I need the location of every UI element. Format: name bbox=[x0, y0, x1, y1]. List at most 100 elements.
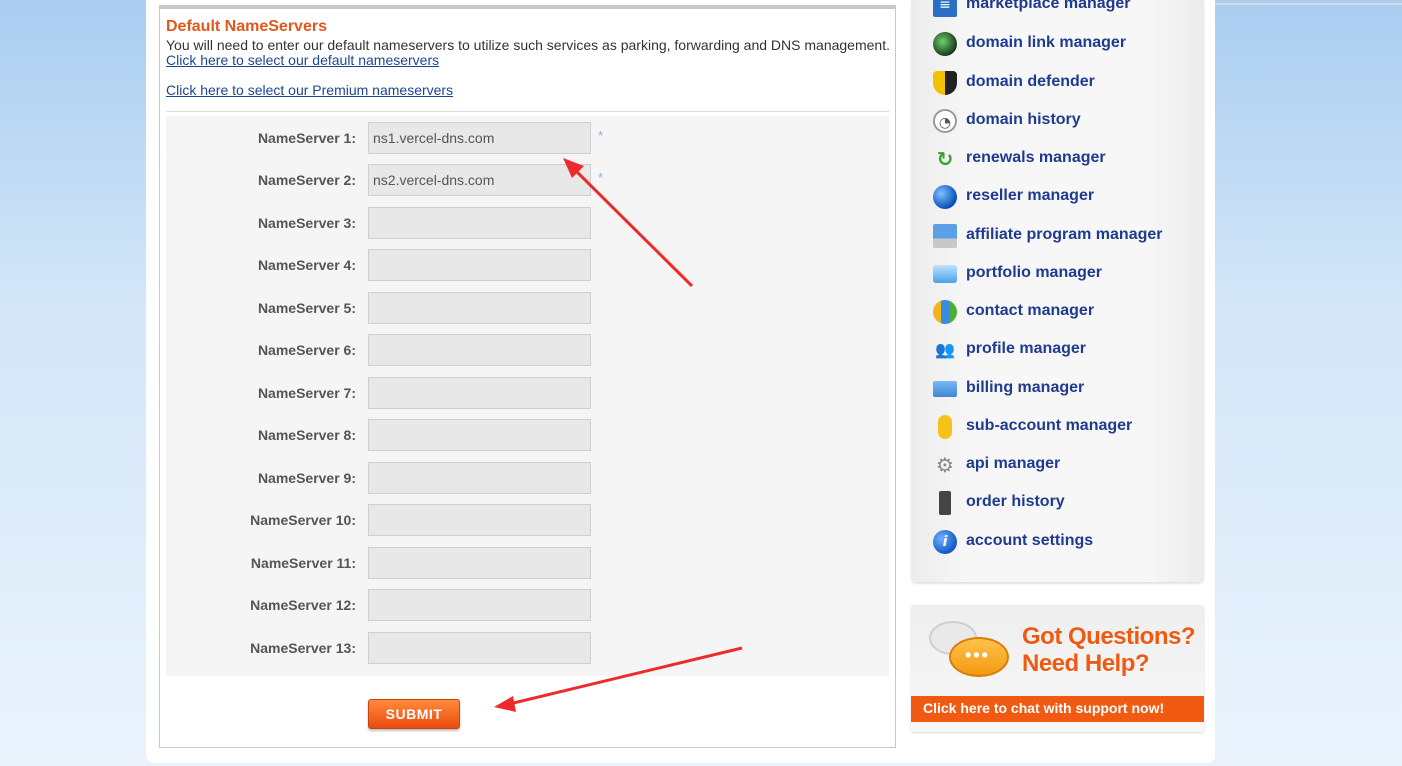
sidebar-item-domain-history[interactable]: ◔ domain history bbox=[933, 107, 1203, 135]
nameserver-12-input[interactable] bbox=[368, 589, 591, 621]
credit-card-icon bbox=[933, 381, 957, 397]
sidebar-item-affiliate-program-manager[interactable]: affiliate program manager bbox=[933, 222, 1203, 250]
required-asterisk: * bbox=[598, 128, 604, 143]
nameserver-row-10: NameServer 10: bbox=[166, 504, 889, 536]
nameserver-row-6: NameServer 6: bbox=[166, 334, 889, 366]
info-icon: i bbox=[933, 530, 957, 554]
nameserver-8-input[interactable] bbox=[368, 419, 591, 451]
sidebar-item-label: domain link manager bbox=[966, 34, 1127, 51]
nameserver-row-13: NameServer 13: bbox=[166, 632, 889, 664]
sidebar-item-billing-manager[interactable]: billing manager bbox=[933, 375, 1203, 403]
nameserver-label: NameServer 8: bbox=[257, 427, 356, 443]
gear-icon: ⚙ bbox=[936, 453, 954, 477]
nameserver-row-1: NameServer 1: * bbox=[166, 122, 889, 154]
select-default-nameservers-link[interactable]: Click here to select our default nameser… bbox=[166, 52, 439, 68]
sidebar-menu: ≡ marketplace manager domain link manage… bbox=[911, 0, 1204, 582]
computer-icon bbox=[933, 224, 957, 248]
nameserver-2-input[interactable] bbox=[368, 164, 591, 196]
nameserver-label: NameServer 3: bbox=[257, 215, 356, 231]
nameserver-label: NameServer 13: bbox=[250, 640, 356, 656]
nameserver-row-12: NameServer 12: bbox=[166, 589, 889, 621]
sidebar-item-label: contact manager bbox=[966, 302, 1095, 319]
sidebar-item-label: account settings bbox=[966, 532, 1094, 549]
nameserver-label: NameServer 6: bbox=[257, 342, 356, 358]
sidebar-item-reseller-manager[interactable]: reseller manager bbox=[933, 183, 1203, 211]
nameserver-label: NameServer 11: bbox=[250, 555, 356, 571]
chat-dots-icon: ••• bbox=[965, 645, 990, 665]
nameserver-3-input[interactable] bbox=[368, 207, 591, 239]
user-icon bbox=[938, 415, 952, 439]
sidebar-item-portfolio-manager[interactable]: portfolio manager bbox=[933, 260, 1203, 288]
nameserver-10-input[interactable] bbox=[368, 504, 591, 536]
nameserver-row-3: NameServer 3: bbox=[166, 207, 889, 239]
sidebar-item-sub-account-manager[interactable]: sub-account manager bbox=[933, 413, 1203, 441]
sidebar-item-label: billing manager bbox=[966, 379, 1085, 396]
help-subheadline: Need Help? bbox=[1022, 650, 1150, 677]
nameserver-13-input[interactable] bbox=[368, 632, 591, 664]
section-title: Default NameServers bbox=[166, 18, 327, 35]
nameserver-fields: NameServer 1: * NameServer 2: * NameServ… bbox=[166, 116, 889, 676]
sidebar-item-account-settings[interactable]: i account settings bbox=[933, 528, 1203, 556]
section-description: You will need to enter our default names… bbox=[166, 37, 890, 53]
divider bbox=[166, 111, 889, 112]
nameserver-row-2: NameServer 2: * bbox=[166, 164, 889, 196]
nameserver-1-input[interactable] bbox=[368, 122, 591, 154]
marketplace-icon: ≡ bbox=[933, 0, 957, 17]
chat-support-link[interactable]: Click here to chat with support now! bbox=[911, 696, 1204, 722]
globe-icon bbox=[933, 185, 957, 209]
nameserver-label: NameServer 2: bbox=[257, 172, 356, 188]
sidebar-item-label: domain defender bbox=[966, 73, 1095, 90]
renew-arrow-icon: ↻ bbox=[936, 147, 954, 171]
nameserver-row-8: NameServer 8: bbox=[166, 419, 889, 451]
nameserver-7-input[interactable] bbox=[368, 377, 591, 409]
nameserver-6-input[interactable] bbox=[368, 334, 591, 366]
people-icon: 👥 bbox=[935, 340, 955, 359]
top-rule bbox=[1215, 3, 1402, 5]
sidebar-item-domain-defender[interactable]: domain defender bbox=[933, 69, 1203, 97]
sidebar-item-api-manager[interactable]: ⚙ api manager bbox=[933, 451, 1203, 479]
nameserver-form-panel: Default NameServers You will need to ent… bbox=[159, 5, 896, 748]
phone-icon bbox=[939, 491, 951, 515]
nameserver-label: NameServer 10: bbox=[250, 512, 356, 528]
clock-icon: ◔ bbox=[933, 109, 957, 133]
sidebar-item-contact-manager[interactable]: contact manager bbox=[933, 298, 1203, 326]
nameserver-5-input[interactable] bbox=[368, 292, 591, 324]
sidebar-item-domain-link-manager[interactable]: domain link manager bbox=[933, 30, 1203, 58]
sidebar-item-marketplace-manager[interactable]: ≡ marketplace manager bbox=[933, 0, 1203, 19]
select-premium-nameservers-link[interactable]: Click here to select our Premium nameser… bbox=[166, 82, 453, 98]
sidebar-item-renewals-manager[interactable]: ↻ renewals manager bbox=[933, 145, 1203, 173]
help-headline: Got Questions? bbox=[1022, 623, 1196, 650]
sidebar-item-label: domain history bbox=[966, 111, 1081, 128]
sidebar-item-label: reseller manager bbox=[966, 187, 1095, 204]
nameserver-label: NameServer 7: bbox=[257, 385, 356, 401]
nameserver-label: NameServer 4: bbox=[257, 257, 356, 273]
required-asterisk: * bbox=[598, 170, 604, 185]
nameserver-label: NameServer 12: bbox=[250, 597, 356, 613]
sidebar-item-label: affiliate program manager bbox=[966, 226, 1163, 243]
sidebar-item-label: profile manager bbox=[966, 340, 1087, 357]
domain-link-icon bbox=[933, 32, 957, 56]
nameserver-row-4: NameServer 4: bbox=[166, 249, 889, 281]
nameserver-row-11: NameServer 11: bbox=[166, 547, 889, 579]
nameserver-row-9: NameServer 9: bbox=[166, 462, 889, 494]
sidebar-item-label: marketplace manager bbox=[966, 0, 1131, 12]
sidebar-item-label: sub-account manager bbox=[966, 417, 1133, 434]
folder-icon bbox=[933, 265, 957, 283]
nameserver-label: NameServer 1: bbox=[257, 130, 356, 146]
contacts-icon bbox=[933, 300, 957, 324]
nameserver-label: NameServer 9: bbox=[257, 470, 356, 486]
help-banner[interactable]: ••• Got Questions? Need Help? Click here… bbox=[911, 605, 1204, 732]
nameserver-4-input[interactable] bbox=[368, 249, 591, 281]
nameserver-9-input[interactable] bbox=[368, 462, 591, 494]
nameserver-row-7: NameServer 7: bbox=[166, 377, 889, 409]
sidebar-item-profile-manager[interactable]: 👥 profile manager bbox=[933, 336, 1203, 364]
submit-button[interactable]: SUBMIT bbox=[368, 699, 460, 729]
sidebar-item-label: portfolio manager bbox=[966, 264, 1103, 281]
nameserver-row-5: NameServer 5: bbox=[166, 292, 889, 324]
shield-icon bbox=[933, 71, 957, 95]
nameserver-11-input[interactable] bbox=[368, 547, 591, 579]
sidebar-item-order-history[interactable]: order history bbox=[933, 489, 1203, 517]
sidebar-item-label: order history bbox=[966, 493, 1065, 510]
sidebar-item-label: api manager bbox=[966, 455, 1061, 472]
nameserver-label: NameServer 5: bbox=[257, 300, 356, 316]
